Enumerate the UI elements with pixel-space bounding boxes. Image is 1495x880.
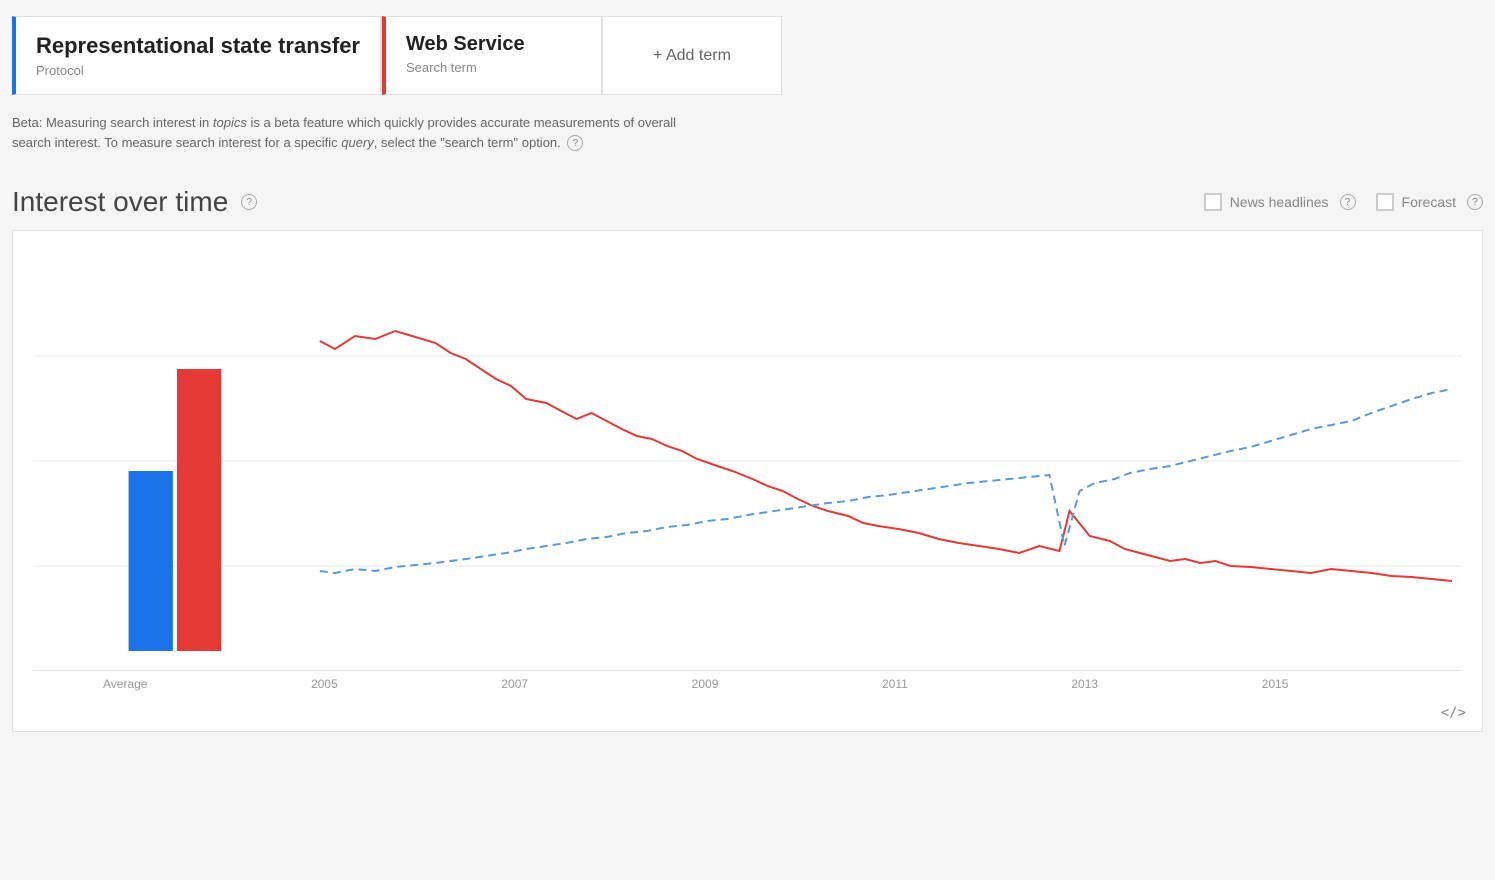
term-cards-row: Representational state transfer Protocol… — [0, 0, 1495, 103]
x-label-2013: 2013 — [1071, 677, 1098, 691]
x-label-2007: 2007 — [501, 677, 528, 691]
avg-bar-red — [177, 369, 221, 651]
beta-description: Beta: Measuring search interest in topic… — [0, 103, 700, 158]
x-label-2015: 2015 — [1262, 677, 1289, 691]
chart-svg — [33, 251, 1462, 671]
x-axis: Average 2005 2007 2009 2011 2013 2015 — [33, 671, 1462, 691]
term-card-1[interactable]: Representational state transfer Protocol — [12, 16, 381, 95]
legend-forecast-label: Forecast — [1402, 194, 1456, 210]
term-2-title: Web Service — [406, 33, 581, 56]
legend-news-headlines: News headlines ? — [1204, 193, 1356, 211]
section-header: Interest over time ? News headlines ? Fo… — [0, 158, 1495, 230]
x-label-2011: 2011 — [882, 677, 908, 691]
term-1-subtitle: Protocol — [36, 63, 360, 78]
legend-news-box — [1204, 193, 1222, 211]
term-2-subtitle: Search term — [406, 60, 581, 75]
section-help-icon[interactable]: ? — [241, 194, 257, 210]
term-card-2[interactable]: Web Service Search term — [382, 16, 602, 95]
legend-forecast-help-icon[interactable]: ? — [1467, 194, 1483, 210]
legend-area: News headlines ? Forecast ? — [1204, 193, 1483, 211]
chart-area — [33, 251, 1462, 671]
x-label-2005: 2005 — [311, 677, 338, 691]
blue-dashed-line — [320, 389, 1452, 573]
legend-news-label: News headlines — [1230, 194, 1329, 210]
red-line — [320, 331, 1452, 581]
legend-forecast-box — [1376, 193, 1394, 211]
embed-icon[interactable]: </> — [1441, 705, 1466, 721]
section-title-text: Interest over time — [12, 186, 228, 218]
avg-bar-blue — [129, 471, 173, 651]
term-1-title: Representational state transfer — [36, 33, 360, 59]
legend-forecast: Forecast ? — [1376, 193, 1483, 211]
beta-help-icon[interactable]: ? — [567, 135, 583, 151]
add-term-button[interactable]: + Add term — [602, 16, 782, 95]
x-label-avg: Average — [103, 677, 147, 691]
legend-news-help-icon[interactable]: ? — [1340, 194, 1356, 210]
x-label-2009: 2009 — [692, 677, 719, 691]
chart-container: Average 2005 2007 2009 2011 2013 2015 </… — [12, 230, 1483, 732]
section-title-area: Interest over time ? — [12, 186, 257, 218]
